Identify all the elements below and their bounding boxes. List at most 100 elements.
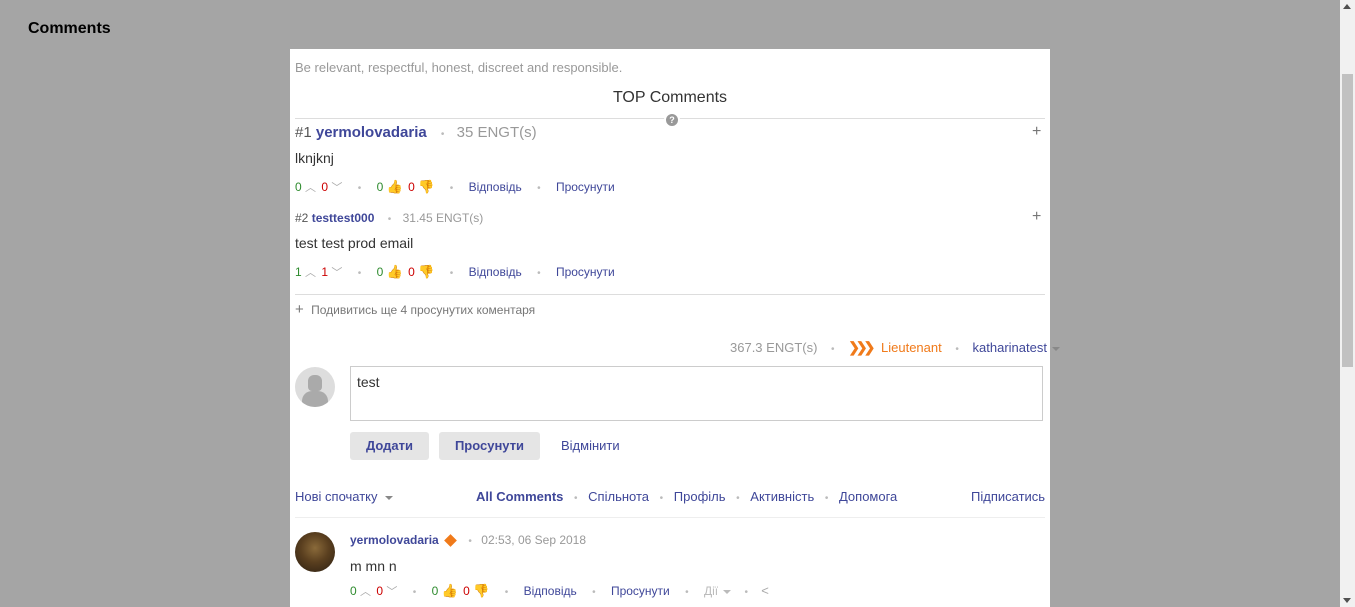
promote-link[interactable]: Просунути (611, 584, 670, 598)
downvote-count: 0 (376, 584, 384, 598)
comment-actions: 0 ︿ 0 ﹀ • 0 👍 0 👎 • Відповідь • Просунут… (295, 179, 615, 195)
separator-dot: • (357, 183, 362, 194)
comment-amount: 31.45 ENGT(s) (402, 211, 484, 225)
separator-dot: • (449, 183, 454, 194)
comment-amount: 35 ENGT(s) (456, 124, 537, 141)
separator-dot: • (537, 183, 541, 194)
tab-activity[interactable]: Активність (750, 489, 814, 504)
actions-dropdown[interactable]: Дії (704, 584, 718, 598)
nav-divider (295, 517, 1045, 518)
thumbs-down-icon[interactable]: 👎 (418, 264, 434, 279)
section-divider (295, 294, 1045, 295)
comment-rank: #2 (295, 211, 309, 225)
chevron-up-icon[interactable]: ︿ (305, 182, 316, 194)
thumbs-down-icon[interactable]: 👎 (473, 583, 489, 598)
like-count: 0 (431, 584, 439, 598)
add-button[interactable]: Додати (350, 432, 429, 460)
comment-actions: 1 ︿ 1 ﹀ • 0 👍 0 👎 • Відповідь • Просунут… (295, 264, 615, 280)
comment-actions: 0 ︿ 0 ﹀ • 0 👍 0 👎 • Відповідь • Просунут… (350, 583, 769, 599)
reply-link[interactable]: Відповідь (524, 584, 577, 598)
comment-author-link[interactable]: testtest000 (312, 211, 375, 225)
tab-community[interactable]: Спільнота (588, 489, 649, 504)
dislike-count: 0 (408, 180, 415, 194)
comment-author-link[interactable]: yermolovadaria (316, 124, 427, 141)
chevron-down-icon[interactable]: ﹀ (331, 182, 342, 194)
comment-text: lknjknj (295, 150, 334, 166)
user-rank[interactable]: Lieutenant (881, 340, 942, 355)
comment-author-link[interactable]: yermolovadaria (350, 533, 439, 547)
separator-dot: • (592, 587, 596, 598)
chevron-down-icon[interactable]: ﹀ (331, 267, 342, 279)
promote-link[interactable]: Просунути (556, 180, 615, 194)
top-comments-heading: TOP Comments (612, 89, 728, 106)
downvote-count: 0 (321, 180, 329, 194)
comment-rank: #1 (295, 124, 312, 141)
separator-dot: • (955, 344, 959, 355)
current-user-menu[interactable]: katharinatest (973, 340, 1047, 355)
chevron-down-icon[interactable]: ﹀ (386, 586, 397, 598)
tab-help[interactable]: Допомога (839, 489, 897, 504)
tab-all-comments[interactable]: All Comments (476, 489, 563, 504)
comment-timestamp[interactable]: 02:53, 06 Sep 2018 (481, 533, 586, 547)
more-promoted-link[interactable]: + Подивитись ще 4 просунутих коментаря (295, 301, 535, 318)
thumbs-up-icon[interactable]: 👍 (387, 264, 403, 279)
promote-link[interactable]: Просунути (556, 265, 615, 279)
top-comment-2-header: #2 testtest000 • 31.45 ENGT(s) (295, 211, 483, 225)
comment-text: test test prod email (295, 235, 414, 251)
share-icon[interactable]: < (761, 583, 769, 598)
page-title: Comments (28, 20, 111, 37)
top-comment-1-header: #1 yermolovadaria • 35 ENGT(s) (295, 124, 537, 141)
chevron-down-icon[interactable] (1051, 346, 1060, 351)
subscribe-link[interactable]: Підписатись (971, 489, 1045, 504)
separator-dot: • (504, 587, 509, 598)
separator-dot: • (824, 493, 829, 504)
expand-plus-icon[interactable]: + (1032, 123, 1041, 141)
separator-dot: • (468, 536, 472, 547)
chevron-down-icon (384, 495, 393, 500)
expand-plus-icon[interactable]: + (1032, 208, 1041, 226)
more-promoted-label: Подивитись ще 4 просунутих коментаря (311, 303, 536, 317)
reply-link[interactable]: Відповідь (469, 265, 522, 279)
user-balance: 367.3 ENGT(s) (730, 340, 818, 355)
like-count: 0 (376, 265, 384, 279)
diamond-badge-icon (444, 534, 457, 548)
thumbs-up-icon[interactable]: 👍 (442, 583, 458, 598)
separator-dot: • (831, 344, 835, 355)
separator-dot: • (574, 493, 578, 504)
upvote-count: 0 (295, 180, 302, 194)
dislike-count: 0 (408, 265, 415, 279)
promote-button[interactable]: Просунути (439, 432, 540, 460)
sort-label: Нові спочатку (295, 489, 378, 504)
separator-dot: • (659, 493, 664, 504)
cancel-button[interactable]: Відмінити (561, 438, 620, 453)
thumbs-down-icon[interactable]: 👎 (418, 179, 434, 194)
like-count: 0 (376, 180, 384, 194)
separator-dot: • (449, 268, 454, 279)
thumbs-up-icon[interactable]: 👍 (387, 179, 403, 194)
comments-panel: Be relevant, respectful, honest, discree… (290, 49, 1060, 607)
comment-text: m mn n (350, 558, 397, 574)
guidelines-text: Be relevant, respectful, honest, discree… (295, 60, 623, 75)
chevron-up-icon[interactable]: ︿ (360, 586, 371, 598)
separator-dot: • (744, 587, 748, 598)
help-icon[interactable]: ? (664, 112, 680, 128)
rank-chevrons-icon: ❯❯❯ (848, 339, 875, 355)
scrollbar[interactable] (1340, 0, 1355, 607)
avatar[interactable] (295, 532, 335, 572)
comment-input[interactable] (350, 366, 1043, 421)
scrollbar-thumb[interactable] (1342, 74, 1353, 367)
dislike-count: 0 (463, 584, 470, 598)
upvote-count: 1 (295, 265, 302, 279)
scroll-up-icon[interactable] (1343, 4, 1351, 9)
sort-dropdown[interactable]: Нові спочатку (295, 489, 393, 504)
tab-profile[interactable]: Профіль (674, 489, 726, 504)
comment-header: yermolovadaria • 02:53, 06 Sep 2018 (350, 533, 586, 548)
scroll-down-icon[interactable] (1343, 598, 1351, 603)
downvote-count: 1 (321, 265, 329, 279)
separator-dot: • (537, 268, 541, 279)
chevron-up-icon[interactable]: ︿ (305, 267, 316, 279)
reply-link[interactable]: Відповідь (469, 180, 522, 194)
separator-dot: • (357, 268, 362, 279)
chevron-down-icon[interactable] (723, 589, 732, 594)
comment-tabs: All Comments • Спільнота • Профіль • Акт… (476, 489, 897, 504)
